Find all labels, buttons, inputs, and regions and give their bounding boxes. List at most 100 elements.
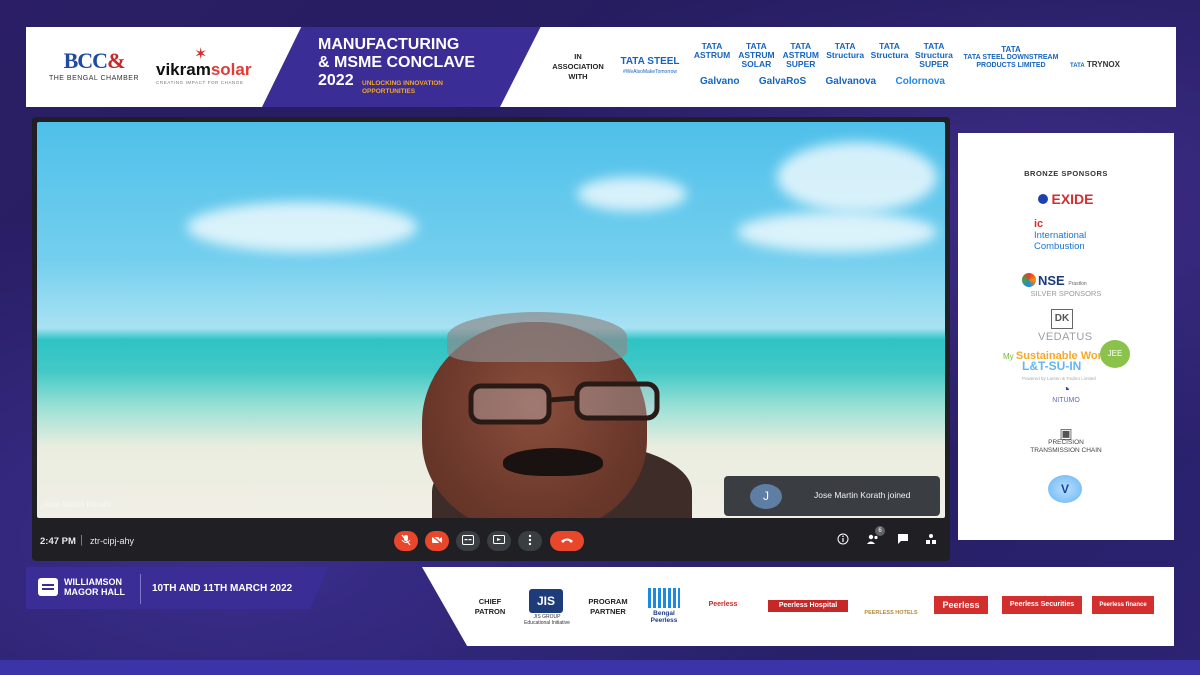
join-notification: J Jose Martin Korath joined [724,476,940,516]
lt-sufin-logo: L&T-SU-IN [1022,359,1082,373]
tata-brands-bottom-row: Galvano GalvaRoS Galvanova Colornova [700,77,945,91]
program-partner-label: PROGRAM PARTNER [588,597,628,616]
sponsors-panel: BRONZE SPONSORS EXIDE ic International C… [958,133,1174,540]
brand-logo: TATA Structura [826,41,865,60]
participant-video[interactable]: Jose Martin Korath [37,122,945,518]
captions-icon [462,535,474,545]
end-call-button[interactable] [550,531,584,551]
jis-logo: JIS [529,589,563,613]
tata-steel-hashtag: #WeAlsoMakeTomorrow [622,69,678,75]
people-button[interactable]: 6 [864,526,885,549]
association-label: IN ASSOCIATION WITH [552,52,604,81]
precision-transmission-chain-logo: ▣ PRECISION TRANSMISSION CHAIN [958,425,1174,455]
brand-galvaros: GalvaRoS [758,76,807,87]
partner-logo: Peerless [934,596,988,614]
jee-badge: JEE [1100,340,1130,368]
trynox-prefix: TATA [1070,63,1085,69]
partner-logo: Peerless finance [1092,596,1154,614]
activities-icon [926,534,936,544]
ptc-line2: TRANSMISSION CHAIN [1030,447,1102,454]
tata-wordmark: TATA [1001,45,1021,54]
ic-line1: International [1034,230,1087,241]
chat-bubble-icon [38,578,58,596]
cloud-shape [187,202,417,252]
conference-title-line2: & MSME CONCLAVE [318,54,476,71]
bengal-peerless-name: Bengal Peerless [650,610,678,624]
cloud-shape [737,212,937,252]
v-logo: V [1048,475,1082,503]
captions-button[interactable] [456,531,480,551]
tata-brands-top-row: TATA ASTRUM TATA ASTRUM SOLAR TATA ASTRU… [692,41,954,69]
international-combustion-logo: ic International Combustion [1034,219,1114,253]
venue-divider [140,574,141,604]
bcc-logo-subtitle: THE BENGAL CHAMBER [48,75,140,82]
venue-line1: WILLIAMSON [64,577,122,587]
notification-text: Jose Martin Korath joined [814,490,911,500]
tata-downstream-name: TATA STEEL DOWNSTREAM PRODUCTS LIMITED [963,54,1059,69]
msw-prefix: My [1003,352,1014,361]
bcc-logo: BCC& THE BENGAL CHAMBER [44,48,144,82]
brand-logo: TATA ASTRUM [693,41,731,60]
participant-mustache [503,448,603,476]
brand-logo: TATA Structura SUPER [915,41,953,69]
vikram-star-icon: ✶ [194,46,208,63]
brand-galvanova: Galvanova [825,76,877,87]
nitumo-logo: ◔ NITUMO [1044,381,1088,404]
vedatus-logo: VEDATUS [1038,331,1093,343]
chat-button[interactable] [894,533,912,549]
chat-icon [898,534,908,544]
partner-logo: Peerless Hospital [768,600,848,612]
bottom-strip [0,660,1200,675]
brand-colornova: Colornova [895,76,945,87]
partner-logo: Peerless Securities [1002,596,1082,614]
exide-mark-icon [1038,194,1049,204]
jis-subtitle: JIS GROUP Educational Initiative [524,614,570,626]
people-count-badge: 6 [875,526,885,536]
activities-button[interactable] [922,533,940,549]
camera-toggle-button[interactable] [425,531,449,551]
meeting-code: ztr-cipj-ahy [90,536,135,546]
cloud-shape [777,142,937,212]
bronze-sponsors-title: BRONZE SPONSORS [1024,169,1108,178]
nse-sub: Prastlon [1068,281,1087,287]
participant-glasses [468,381,660,425]
nse-name: NSE [1038,273,1065,288]
brand-logo: TATA ASTRUM SUPER [782,41,819,69]
ptc-mark-icon: ▣ [1059,425,1073,441]
bcc-logo-text: BCC [63,48,108,73]
nse-mark-icon [1022,273,1036,287]
info-icon [837,533,849,545]
vikram-logo-tagline: CREATING IMPACT FOR CHANGE [156,80,244,85]
tata-steel-logo: TATA STEEL #WeAlsoMakeTomorrow [614,56,686,75]
silver-sponsors-title: SILVER SPONSORS [1030,289,1102,298]
mic-toggle-button[interactable] [394,531,418,551]
trynox-logo: TATA TRYNOX [1070,60,1162,69]
more-options-button[interactable] [518,531,542,551]
venue-line2: MAGOR HALL [64,587,125,597]
tata-steel-name: TATA STEEL [620,56,680,67]
ic-line2: Combustion [1034,241,1085,252]
nitumo-name: NITUMO [1052,397,1080,404]
dk-logo: DK [1051,309,1073,329]
nitumo-mark-icon: ◔ [1061,381,1071,397]
present-icon [493,535,505,544]
conference-title-line1: MANUFACTURING [318,36,460,53]
notification-avatar: J [750,484,782,509]
meeting-bar-separator: | [80,534,83,546]
bengal-peerless-logo-mark [648,588,680,608]
participant-hair [447,312,627,362]
present-screen-button[interactable] [487,531,511,551]
vikram-solar-logo: ✶ vikramsolar CREATING IMPACT FOR CHANGE [156,46,256,85]
cloud-shape [577,177,687,211]
meeting-time: 2:47 PM [40,536,76,547]
ptc-line1: PRECISION [1048,439,1084,446]
participant-name-label: Jose Martin Korath [43,500,111,509]
hang-up-icon [561,538,573,543]
camera-off-icon [431,535,443,545]
brand-logo: TATA Structura [870,41,909,60]
nse-logo: NSE Prastlon [1022,273,1122,288]
meeting-details-button[interactable] [834,533,852,549]
chief-patron-label: CHIEF PATRON [474,597,506,616]
partner-logo: Peerless [708,601,738,608]
brand-logo: TATA ASTRUM SOLAR [738,41,775,69]
